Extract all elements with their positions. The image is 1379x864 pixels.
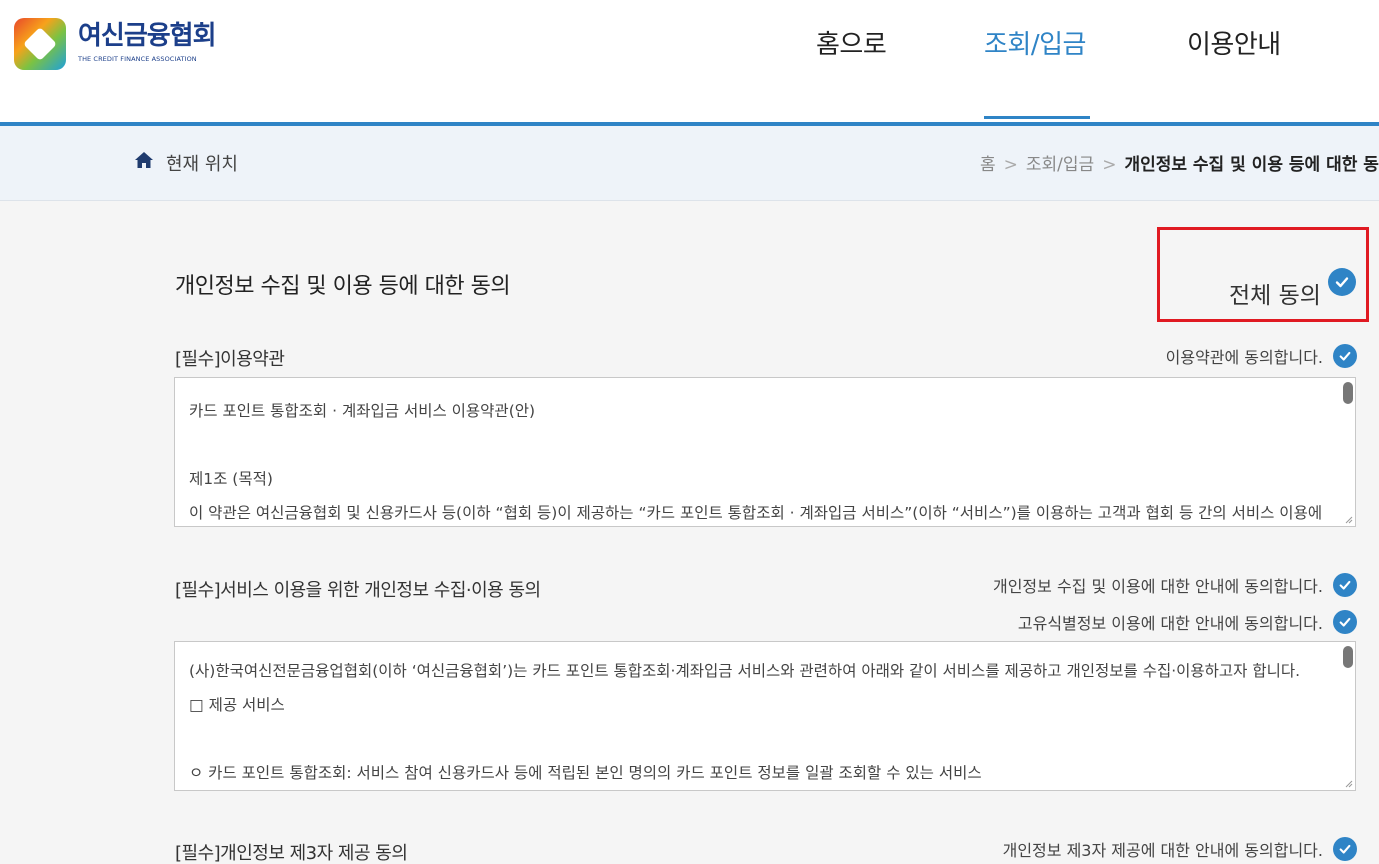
- check-icon[interactable]: [1333, 610, 1357, 634]
- breadcrumb: 홈 > 조회/입금 > 개인정보 수집 및 이용 등에 대한 동의: [980, 150, 1379, 175]
- terms-line: 이 약관은 여신금융협회 및 신용카드사 등(이하 “협회 등)이 제공하는 “…: [189, 504, 1323, 522]
- agree-privacy[interactable]: 개인정보 수집 및 이용에 대한 안내에 동의합니다.: [993, 573, 1357, 597]
- agree-unique-id[interactable]: 고유식별정보 이용에 대한 안내에 동의합니다.: [1018, 610, 1357, 634]
- agree-third-party[interactable]: 개인정보 제3자 제공에 대한 안내에 동의합니다.: [1003, 837, 1357, 861]
- terms-line: □ 제공 서비스: [189, 696, 285, 714]
- check-icon[interactable]: [1333, 344, 1357, 368]
- terms-line: 카드 포인트 통합조회 · 계좌입금 서비스 이용약관(안): [189, 402, 536, 420]
- logo[interactable]: 여신금융협회 THE CREDIT FINANCE ASSOCIATION: [14, 18, 254, 74]
- breadcrumb-current: 개인정보 수집 및 이용 등에 대한 동의: [1124, 155, 1379, 175]
- agree-all-label[interactable]: 전체 동의: [1229, 276, 1321, 310]
- terms-line: ㅇ 카드 포인트 통합조회: 서비스 참여 신용카드사 등에 적립된 본인 명의…: [189, 764, 982, 782]
- section-title-terms: [필수]이용약관: [175, 349, 285, 370]
- terms-line: [189, 428, 1341, 462]
- resize-grip-icon[interactable]: [1343, 778, 1353, 788]
- site-header: 여신금융협회 THE CREDIT FINANCE ASSOCIATION 홈으…: [0, 0, 1379, 122]
- check-icon: [1328, 268, 1356, 296]
- nav-inquiry[interactable]: 조회/입금: [984, 24, 1086, 61]
- resize-grip-icon[interactable]: [1343, 514, 1353, 524]
- check-icon[interactable]: [1333, 573, 1357, 597]
- home-icon: [135, 152, 153, 168]
- terms-line: [189, 722, 1341, 756]
- nav-active-underline: [984, 116, 1090, 119]
- scrollbar-thumb[interactable]: [1343, 382, 1353, 404]
- breadcrumb-label: 현재 위치: [166, 154, 238, 175]
- scrollbar-thumb[interactable]: [1343, 646, 1353, 668]
- nav-home[interactable]: 홈으로: [816, 24, 887, 61]
- breadcrumb-separator: >: [1003, 155, 1018, 175]
- agree-unique-id-label: 고유식별정보 이용에 대한 안내에 동의합니다.: [1017, 614, 1323, 633]
- breadcrumb-home[interactable]: 홈: [980, 155, 996, 175]
- nav-guide[interactable]: 이용안내: [1187, 24, 1281, 61]
- terms-line: (사)한국여신전문금융업협회(이하 ‘여신금융협회’)는 카드 포인트 통합조회…: [189, 662, 1301, 680]
- page-title: 개인정보 수집 및 이용 등에 대한 동의: [175, 274, 511, 299]
- privacy-textarea[interactable]: (사)한국여신전문금융업협회(이하 ‘여신금융협회’)는 카드 포인트 통합조회…: [174, 641, 1356, 791]
- check-icon[interactable]: [1333, 837, 1357, 861]
- agree-terms-label: 이용약관에 동의합니다.: [1165, 348, 1323, 367]
- breadcrumb-inquiry[interactable]: 조회/입금: [1026, 155, 1094, 175]
- terms-textarea[interactable]: 카드 포인트 통합조회 · 계좌입금 서비스 이용약관(안) 제1조 (목적) …: [174, 377, 1356, 527]
- agree-all-checkbox[interactable]: [1328, 268, 1356, 296]
- agree-terms[interactable]: 이용약관에 동의합니다.: [1166, 344, 1357, 368]
- breadcrumb-separator: >: [1102, 155, 1117, 175]
- agree-privacy-label: 개인정보 수집 및 이용에 대한 안내에 동의합니다.: [992, 577, 1323, 596]
- terms-line: 제1조 (목적): [189, 470, 273, 488]
- logo-name-en: THE CREDIT FINANCE ASSOCIATION: [78, 55, 197, 63]
- agree-third-party-label: 개인정보 제3자 제공에 대한 안내에 동의합니다.: [1002, 841, 1323, 860]
- logo-mark-icon: [14, 18, 66, 70]
- section-title-privacy: [필수]서비스 이용을 위한 개인정보 수집·이용 동의: [175, 580, 541, 601]
- logo-name-ko: 여신금융협회: [78, 21, 217, 51]
- section-title-third-party: [필수]개인정보 제3자 제공 동의: [175, 843, 408, 864]
